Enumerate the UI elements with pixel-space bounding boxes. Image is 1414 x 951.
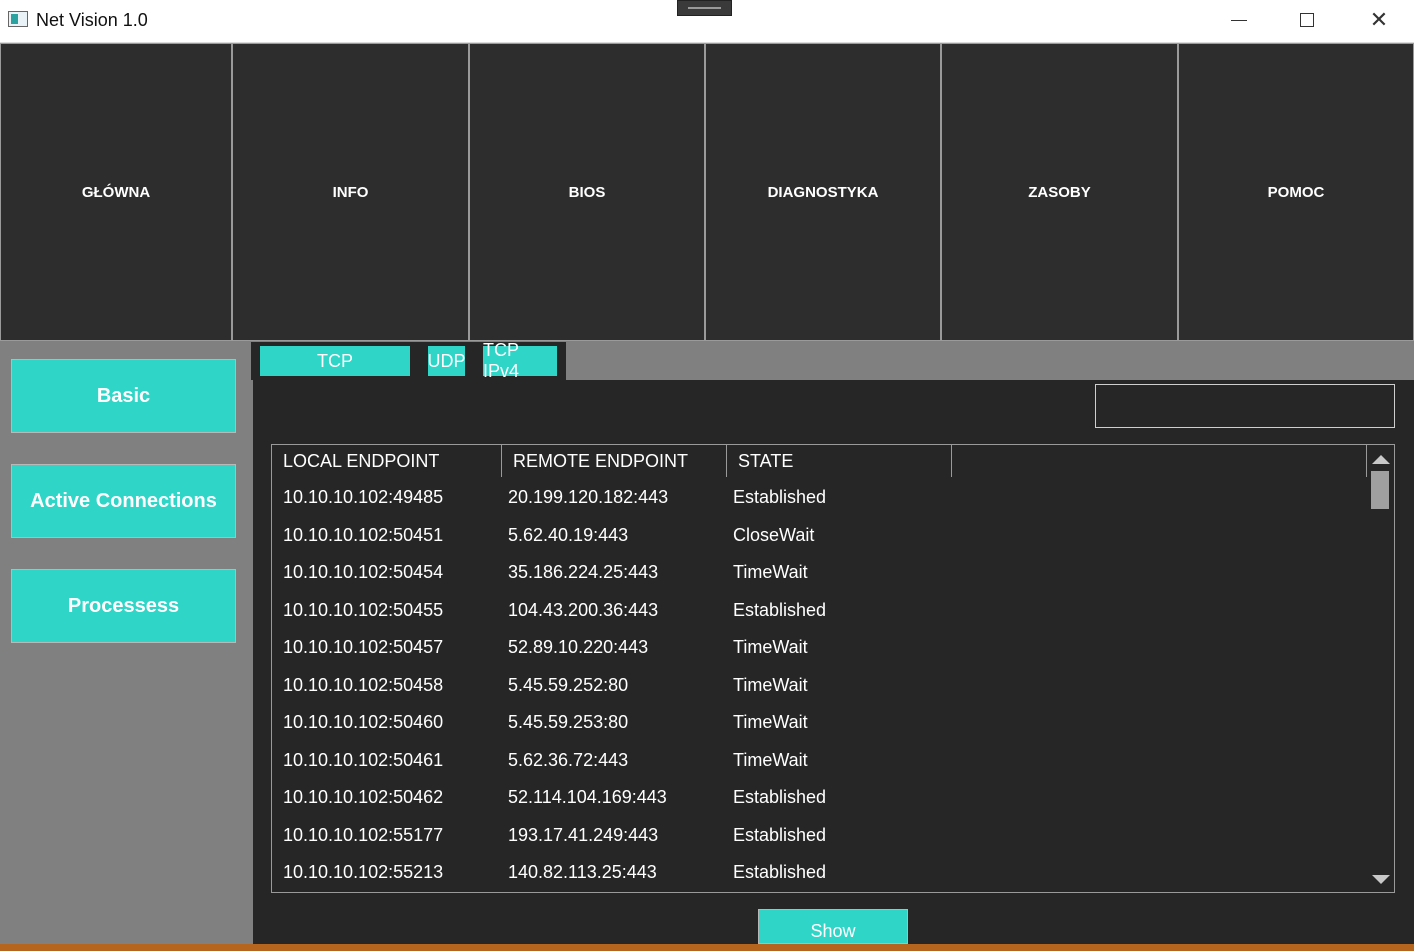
state-cell: Established [733,787,827,807]
state-cell: CloseWait [733,524,815,545]
search-input[interactable] [1095,384,1395,428]
remote-endpoint-cell: 104.43.200.36:443 [508,599,659,620]
vertical-scrollbar[interactable] [1367,445,1394,892]
remote-endpoint-cell: 35.186.224.25:443 [508,562,659,582]
table-row[interactable]: 10.10.10.102:55213 140.82.113.25:443 Estab… [272,854,1367,891]
app-icon [8,11,28,27]
remote-endpoint-cell: 5.62.40.19:443 [508,524,629,545]
remote-endpoint-cell: 52.89.10.220:443 [508,637,649,657]
state-cell: TimeWait [733,712,808,732]
remote-endpoint-cell: 140.82.113.25:443 [508,862,657,882]
window-title: Net Vision 1.0 [36,10,148,30]
local-endpoint-cell: 10.10.10.102:49485 [283,487,444,507]
local-endpoint-cell: 10.10.10.102:50462 [283,787,444,807]
minimize-icon [1231,19,1247,21]
local-endpoint-cell: 10.10.10.102:50460 [283,712,444,732]
nav-pomoc-button[interactable]: POMOC [1178,43,1414,341]
local-endpoint-cell: 10.10.10.102:50451 [283,524,444,545]
table-row[interactable]: 10.10.10.102:49485 20.199.120.182:443 Esta… [272,479,1367,516]
nav-diagnostyka-button[interactable]: DIAGNOSTYKA [705,43,941,341]
local-endpoint-cell: 10.10.10.102:50455 [283,599,444,620]
state-cell: TimeWait [733,674,808,695]
remote-endpoint-cell: 20.199.120.182:443 [508,487,669,507]
table-row[interactable]: 10.10.10.102:50451 5.62.40.19:443 CloseWai… [272,517,1367,554]
state-cell: Established [733,862,827,882]
table-row[interactable]: 10.10.10.102:50462 52.114.104.169:443 Esta… [272,779,1367,816]
table-row[interactable]: 10.10.10.102:50457 52.89.10.220:443 TimeWa… [272,629,1367,666]
remote-endpoint-cell: 193.17.41.249:443 [508,824,659,845]
nav-info-button[interactable]: INFO [232,43,469,341]
local-endpoint-cell: 10.10.10.102:50454 [283,562,444,582]
drag-handle-icon[interactable] [677,0,732,16]
state-cell: TimeWait [733,637,808,657]
local-endpoint-cell: 10.10.10.102:55177 [283,824,444,845]
tab-tcp[interactable]: TCP [260,346,410,376]
maximize-button[interactable] [1273,0,1341,40]
local-endpoint-cell: 10.10.10.102:50458 [283,674,444,695]
state-cell: TimeWait [733,562,808,582]
basic-button[interactable]: Basic [11,359,236,433]
state-cell: Established [733,487,827,507]
maximize-icon [1300,13,1314,27]
local-endpoint-cell: 10.10.10.102:50461 [283,749,444,770]
table-row[interactable]: 10.10.10.102:50455 104.43.200.36:443 Estab… [272,592,1367,629]
processess-button[interactable]: Processess [11,569,236,643]
column-header-filler [952,445,1367,477]
state-cell: Established [733,599,827,620]
state-cell: Established [733,824,827,845]
connections-table[interactable]: LOCAL ENDPOINT REMOTE ENDPOINT STATE 10.… [271,444,1395,893]
scroll-up-icon[interactable] [1372,455,1390,464]
top-nav: GŁÓWNA INFO BIOS DIAGNOSTYKA ZASOBY POMO… [0,43,1414,342]
column-header-state[interactable]: STATE [727,445,952,477]
column-header-local-endpoint[interactable]: LOCAL ENDPOINT [272,445,502,477]
state-cell: TimeWait [733,749,808,770]
table-row[interactable]: 10.10.10.102:50458 5.45.59.252:80 TimeWait [272,667,1367,704]
protocol-tab-strip: TCP UDP TCP IPv4 [251,340,566,381]
scroll-down-icon[interactable] [1372,875,1390,884]
remote-endpoint-cell: 5.62.36.72:443 [508,749,629,770]
active-connections-button[interactable]: Active Connections [11,464,236,538]
tab-tcp-ipv4[interactable]: TCP IPv4 [483,340,557,381]
local-endpoint-cell: 10.10.10.102:55213 [283,862,444,882]
nav-glowna-button[interactable]: GŁÓWNA [0,43,232,341]
remote-endpoint-cell: 52.114.104.169:443 [508,787,667,807]
show-button[interactable]: Show [758,909,908,944]
table-row[interactable]: 10.10.10.102:55177 193.17.41.249:443 Estab… [272,817,1367,854]
remote-endpoint-cell: 5.45.59.252:80 [508,674,629,695]
title-bar: Net Vision 1.0 ✕ [0,0,1414,43]
table-row[interactable]: 10.10.10.102:50461 5.62.36.72:443 TimeWait [272,742,1367,779]
nav-bios-button[interactable]: BIOS [469,43,705,341]
bottom-edge [0,944,1414,951]
minimize-button[interactable] [1205,0,1273,40]
table-row[interactable]: 10.10.10.102:50460 5.45.59.253:80 TimeWait [272,704,1367,741]
remote-endpoint-cell: 5.45.59.253:80 [508,712,629,732]
tab-udp[interactable]: UDP [428,346,466,376]
local-endpoint-cell: 10.10.10.102:50457 [283,637,444,657]
close-icon: ✕ [1369,7,1389,33]
table-row[interactable]: 10.10.10.102:50454 35.186.224.25:443 TimeW… [272,554,1367,591]
close-button[interactable]: ✕ [1345,0,1413,40]
scroll-thumb[interactable] [1371,471,1389,509]
nav-zasoby-button[interactable]: ZASOBY [941,43,1178,341]
column-header-remote-endpoint[interactable]: REMOTE ENDPOINT [502,445,727,477]
